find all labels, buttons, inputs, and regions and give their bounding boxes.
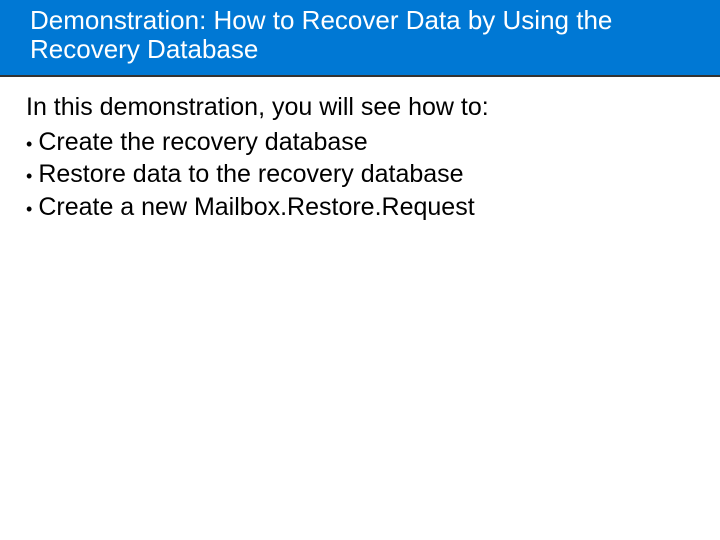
slide-content: In this demonstration, you will see how … <box>0 77 720 238</box>
intro-text: In this demonstration, you will see how … <box>26 91 694 124</box>
bullet-text: Create a new Mailbox.Restore.Request <box>38 191 474 224</box>
bullet-text: Restore data to the recovery database <box>38 158 463 191</box>
bullet-item: • Restore data to the recovery database <box>26 158 694 191</box>
bullet-text: Create the recovery database <box>38 126 367 159</box>
bullet-icon: • <box>26 195 32 224</box>
bullet-item: • Create the recovery database <box>26 126 694 159</box>
slide-title: Demonstration: How to Recover Data by Us… <box>0 0 720 77</box>
bullet-icon: • <box>26 130 32 159</box>
bullet-icon: • <box>26 162 32 191</box>
bullet-item: • Create a new Mailbox.Restore.Request <box>26 191 694 224</box>
